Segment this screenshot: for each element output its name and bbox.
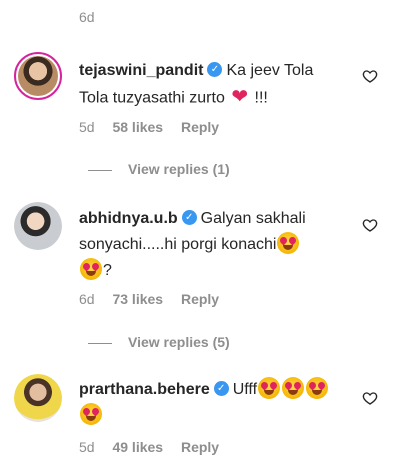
- avatar[interactable]: [14, 52, 62, 100]
- comment-text: sonyachi.....hi porgi konachi: [79, 236, 277, 253]
- reply-button[interactable]: Reply: [181, 291, 219, 307]
- like-count[interactable]: 73 likes: [112, 291, 163, 307]
- comment-text: Ka jeev Tola: [226, 62, 314, 79]
- comment-text: Galyan sakhali: [200, 210, 306, 227]
- comment-body: prarthana.behere ✓ Ufff: [79, 377, 329, 429]
- comment-text: Tola tuzyasathi zurto: [79, 89, 225, 107]
- view-replies-label: View replies (5): [128, 334, 230, 350]
- comment-meta: 5d 49 likes Reply: [79, 439, 219, 455]
- avatar[interactable]: [14, 202, 62, 250]
- comment-body: abhidnya.u.b ✓ Galyan sakhali sonyachi....…: [79, 206, 306, 284]
- comment-text: !!!: [254, 89, 268, 107]
- comment-time: 6d: [79, 291, 95, 307]
- heart-eyes-emoji: [306, 377, 329, 400]
- divider-dash: [88, 169, 112, 171]
- avatar[interactable]: [14, 374, 62, 422]
- comment-text: ?: [103, 262, 112, 279]
- view-replies-label: View replies (1): [128, 161, 230, 177]
- heart-eyes-emoji: [80, 403, 102, 426]
- heart-eyes-emoji: [277, 232, 300, 255]
- comment-time: 5d: [79, 439, 95, 455]
- reply-button[interactable]: Reply: [181, 439, 219, 455]
- comment-text: Ufff: [232, 381, 258, 398]
- view-replies-button[interactable]: View replies (5): [88, 334, 230, 350]
- comment-username[interactable]: tejaswini_pandit: [79, 62, 203, 79]
- heart-eyes-emoji: [80, 258, 102, 281]
- view-replies-button[interactable]: View replies (1): [88, 161, 230, 177]
- comment-meta: 6d 73 likes Reply: [79, 291, 219, 307]
- like-count[interactable]: 58 likes: [112, 119, 163, 135]
- verified-badge-icon: ✓: [207, 62, 223, 78]
- comment-time: 6d: [79, 9, 95, 25]
- comment-username[interactable]: prarthana.behere: [79, 381, 210, 398]
- like-count[interactable]: 49 likes: [112, 439, 163, 455]
- red-heart-emoji: ❤: [231, 86, 249, 108]
- divider-dash: [88, 342, 112, 344]
- verified-badge-icon: ✓: [181, 210, 197, 226]
- heart-outline-icon[interactable]: [362, 390, 378, 406]
- heart-outline-icon[interactable]: [362, 217, 378, 233]
- heart-eyes-emoji: [282, 377, 305, 400]
- reply-button[interactable]: Reply: [181, 119, 219, 135]
- verified-badge-icon: ✓: [213, 381, 229, 397]
- comment-time: 5d: [79, 119, 95, 135]
- heart-outline-icon[interactable]: [362, 68, 378, 84]
- comment-meta: 5d 58 likes Reply: [79, 119, 219, 135]
- heart-eyes-emoji: [258, 377, 281, 400]
- comment-body: tejaswini_pandit ✓ Ka jeev Tola Tola tuzya…: [79, 58, 313, 113]
- comment-username[interactable]: abhidnya.u.b: [79, 210, 178, 227]
